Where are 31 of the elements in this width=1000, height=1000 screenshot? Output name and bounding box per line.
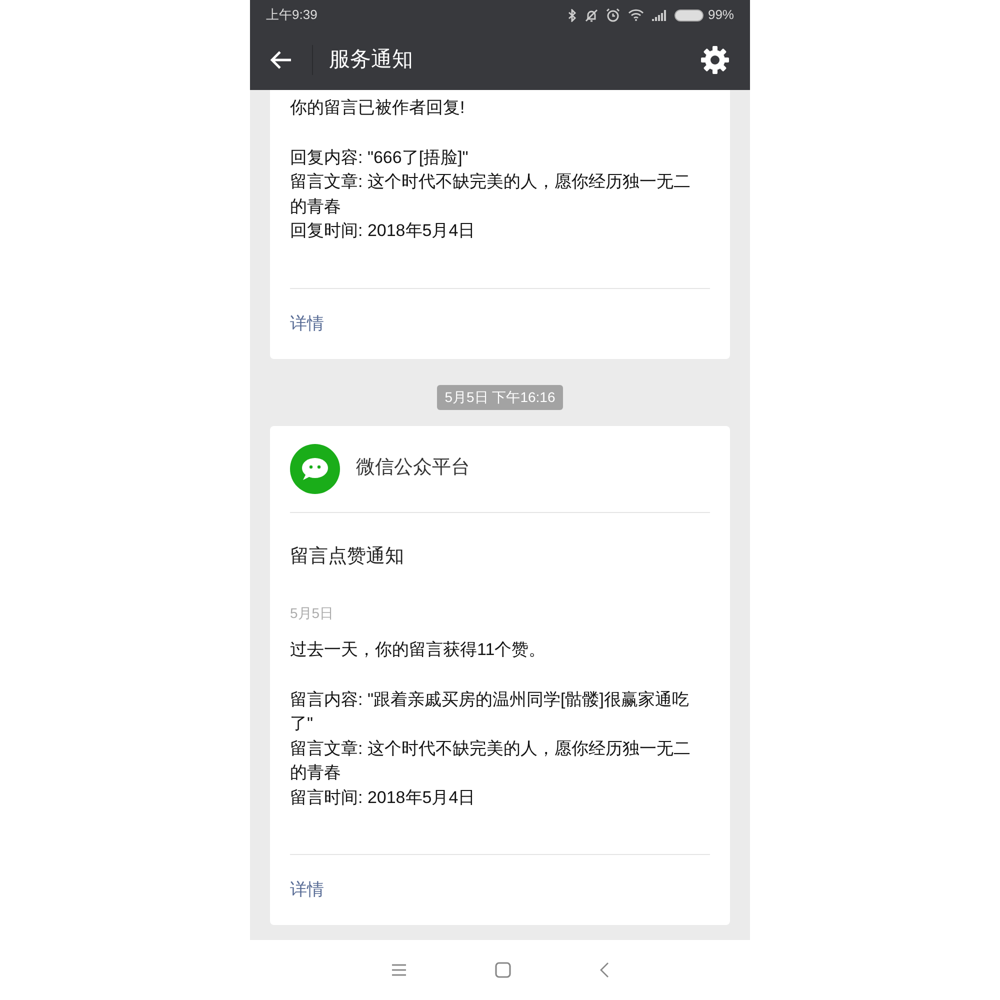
signal-icon bbox=[652, 10, 666, 20]
status-time: 上午9:39 bbox=[266, 6, 318, 24]
battery-percent: 99% bbox=[708, 6, 734, 24]
summary-text: 过去一天，你的留言获得11个赞。 bbox=[290, 639, 547, 661]
detail-line: 留言文章: 这个时代不缺完美的人，愿你经历独一无二的青春 bbox=[290, 738, 692, 784]
detail-line: 留言时间: 2018年5月4日 bbox=[290, 786, 476, 808]
alarm-icon bbox=[606, 8, 620, 22]
back-chevron-icon[interactable] bbox=[599, 962, 609, 978]
detail-line: 留言内容: "跟着亲戚买房的温州同学[骷髅]很赢家通吃了" bbox=[290, 688, 690, 735]
settings-button[interactable] bbox=[700, 45, 730, 75]
chat-bubble-avatar-icon bbox=[290, 444, 340, 494]
wifi-icon bbox=[628, 9, 644, 21]
detail-line: 回复时间: 2018年5月4日 bbox=[290, 220, 476, 242]
menu-icon[interactable] bbox=[391, 963, 407, 977]
page-title: 服务通知 bbox=[329, 47, 414, 74]
bell-muted-icon bbox=[584, 8, 598, 22]
details-link[interactable]: 详情 bbox=[290, 877, 324, 903]
settings-icon bbox=[700, 45, 730, 75]
back-arrow-icon bbox=[270, 50, 292, 70]
notice-title: 留言点赞通知 bbox=[290, 544, 405, 568]
home-square-icon[interactable] bbox=[495, 962, 511, 978]
summary-text: 你的留言已被作者回复! bbox=[290, 97, 466, 119]
detail-line: 回复内容: "666了[捂脸]" bbox=[290, 146, 470, 168]
sender-name: 微信公众平台 bbox=[356, 456, 470, 480]
battery-icon bbox=[674, 8, 704, 22]
details-link[interactable]: 详情 bbox=[290, 310, 324, 336]
back-button[interactable] bbox=[270, 50, 292, 70]
timestamp: 5月5日 下午16:16 bbox=[436, 384, 564, 410]
detail-line: 留言文章: 这个时代不缺完美的人，愿你经历独一无二的青春 bbox=[290, 171, 692, 218]
notice-date: 5月5日 bbox=[290, 604, 335, 623]
bluetooth-icon bbox=[568, 8, 577, 22]
